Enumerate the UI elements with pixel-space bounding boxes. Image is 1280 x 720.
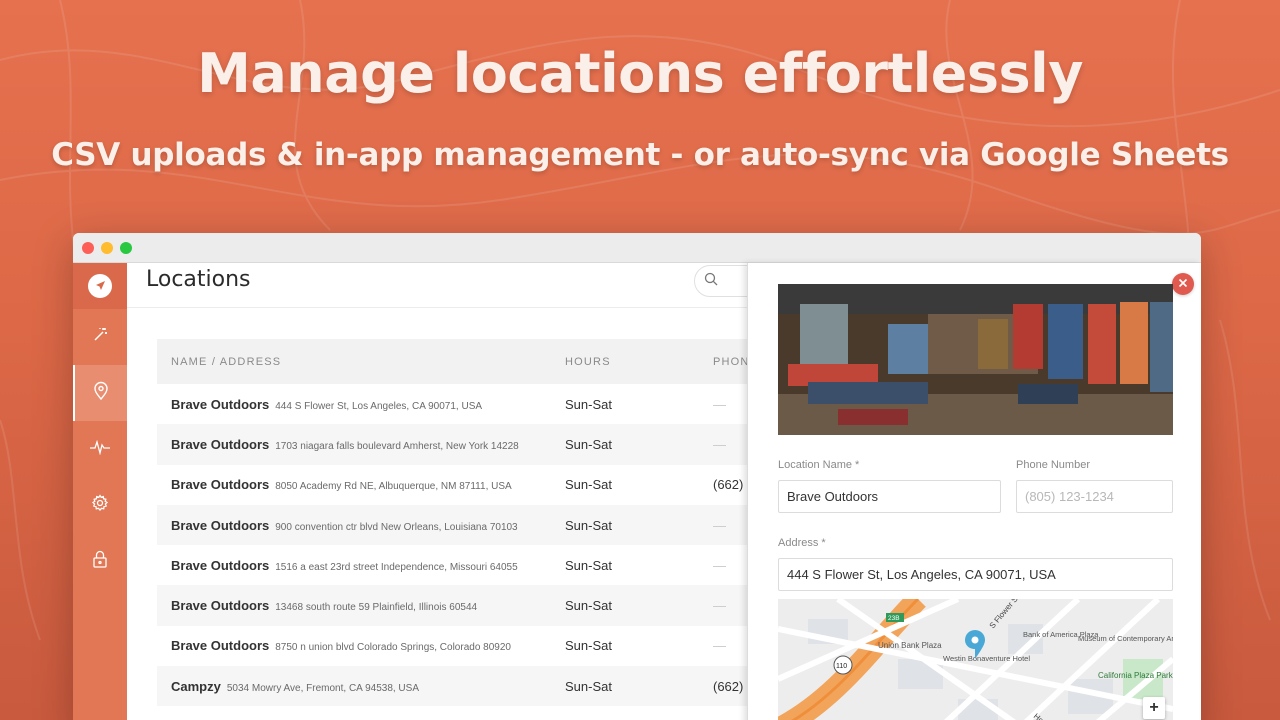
table-row[interactable]: Brave Outdoors 900 convention ctr blvd Ne… — [157, 504, 757, 546]
map-label-california-plaza: California Plaza Park — [1098, 671, 1173, 680]
row-address: 5034 Mowry Ave, Fremont, CA 94538, USA — [226, 682, 419, 694]
address-label: Address * — [778, 537, 826, 549]
row-phone: — — [713, 396, 726, 412]
row-address: 900 convention ctr blvd New Orleans, Lou… — [275, 521, 518, 533]
app-window: Locations NAME / ADDRESS HOURS PHONE Bra… — [73, 233, 1201, 720]
location-map[interactable]: 110 23B Union Bank Plaza Bank of America… — [778, 599, 1173, 720]
map-canvas: 110 23B Union Bank Plaza Bank of America… — [778, 599, 1173, 720]
close-button[interactable] — [1172, 273, 1194, 295]
navigation-arrow-icon[interactable] — [73, 263, 127, 309]
window-close-dot[interactable] — [82, 241, 94, 254]
row-name: Brave Outdoors — [171, 557, 270, 573]
subheadline: CSV uploads & in-app management - or aut… — [51, 137, 1229, 173]
headline: Manage locations effortlessly — [197, 42, 1083, 105]
table-row[interactable]: Brave Outdoors 8050 Academy Rd NE, Albuqu… — [157, 465, 757, 505]
header-divider — [127, 307, 747, 308]
row-phone: (662) — [713, 678, 744, 694]
table-row[interactable]: Brave Outdoors 8750 n union blvd Colorado… — [157, 626, 757, 666]
row-address: 8050 Academy Rd NE, Albuquerque, NM 8711… — [275, 481, 512, 493]
close-icon — [1178, 275, 1188, 293]
row-address: 13468 south route 59 Plainfield, Illinoi… — [275, 602, 478, 614]
row-hours: Sun-Sat — [565, 396, 612, 412]
store-photo — [778, 284, 1173, 435]
location-name-input[interactable]: Brave Outdoors — [778, 480, 1001, 513]
map-label-westin: Westin Bonaventure Hotel — [943, 654, 1030, 663]
sidebar-item-security[interactable] — [73, 533, 127, 589]
row-hours: Sun-Sat — [565, 436, 612, 452]
locations-table: NAME / ADDRESS HOURS PHONE Brave Outdoor… — [157, 339, 757, 707]
column-header-hours[interactable]: HOURS — [565, 356, 611, 368]
main-content: Locations NAME / ADDRESS HOURS PHONE Bra… — [127, 263, 764, 720]
phone-number-input[interactable]: (805) 123-1234 — [1016, 480, 1173, 513]
row-phone: — — [713, 517, 726, 533]
row-phone: (662) — [713, 477, 744, 493]
search-icon — [704, 272, 718, 291]
window-minimize-dot[interactable] — [101, 241, 113, 254]
map-label-union-bank: Union Bank Plaza — [878, 641, 942, 650]
exit-23b-label: 23B — [888, 615, 900, 622]
row-name: Campzy — [171, 678, 221, 694]
row-name: Brave Outdoors — [171, 477, 270, 493]
row-name: Brave Outdoors — [171, 436, 270, 452]
row-address: 1703 niagara falls boulevard Amherst, Ne… — [275, 440, 519, 452]
row-hours: Sun-Sat — [565, 557, 612, 573]
row-hours: Sun-Sat — [565, 477, 612, 493]
sidebar-item-locations[interactable] — [73, 365, 127, 421]
location-name-label: Location Name * — [778, 459, 860, 471]
table-row[interactable]: Brave Outdoors 444 S Flower St, Los Angel… — [157, 384, 757, 424]
row-phone: — — [713, 436, 726, 452]
row-address: 1516 a east 23rd street Independence, Mi… — [275, 561, 518, 573]
row-address: 444 S Flower St, Los Angeles, CA 90071, … — [275, 400, 483, 412]
sidebar-item-settings[interactable] — [73, 477, 127, 533]
row-name: Brave Outdoors — [171, 396, 270, 412]
row-hours: Sun-Sat — [565, 517, 612, 533]
highway-110-label: 110 — [836, 663, 847, 670]
table-row[interactable]: Campzy 5034 Mowry Ave, Fremont, CA 94538,… — [157, 666, 757, 707]
sidebar-item-analytics[interactable] — [73, 421, 127, 477]
sidebar-item-magic-wand[interactable] — [73, 309, 127, 365]
sidebar — [73, 263, 127, 720]
page-title: Locations — [146, 267, 251, 292]
row-name: Brave Outdoors — [171, 638, 270, 654]
table-row[interactable]: Brave Outdoors 1516 a east 23rd street In… — [157, 545, 757, 585]
row-address: 8750 n union blvd Colorado Springs, Colo… — [275, 642, 511, 654]
window-titlebar — [73, 233, 1201, 263]
table-header: NAME / ADDRESS HOURS PHONE — [157, 339, 757, 384]
window-maximize-dot[interactable] — [120, 241, 132, 254]
row-hours: Sun-Sat — [565, 638, 612, 654]
row-hours: Sun-Sat — [565, 678, 612, 694]
location-pin-icon — [92, 381, 110, 406]
row-phone: — — [713, 598, 726, 614]
activity-pulse-icon — [89, 439, 111, 460]
row-phone: — — [713, 638, 726, 654]
lock-icon — [92, 550, 108, 573]
table-row[interactable]: Brave Outdoors 13468 south route 59 Plain… — [157, 585, 757, 626]
gear-icon — [91, 493, 109, 517]
column-header-name[interactable]: NAME / ADDRESS — [171, 356, 281, 368]
map-label-museum: Museum of Contemporary Art — [1078, 634, 1173, 643]
map-zoom-in-button[interactable]: + — [1143, 697, 1165, 719]
magic-wand-icon — [91, 326, 109, 349]
location-edit-panel: Location Name * Brave Outdoors Phone Num… — [747, 263, 1201, 720]
row-name: Brave Outdoors — [171, 517, 270, 533]
phone-number-label: Phone Number — [1016, 459, 1090, 471]
address-input[interactable]: 444 S Flower St, Los Angeles, CA 90071, … — [778, 558, 1173, 591]
row-name: Brave Outdoors — [171, 598, 270, 614]
table-row[interactable]: Brave Outdoors 1703 niagara falls bouleva… — [157, 424, 757, 465]
row-phone: — — [713, 557, 726, 573]
row-hours: Sun-Sat — [565, 598, 612, 614]
